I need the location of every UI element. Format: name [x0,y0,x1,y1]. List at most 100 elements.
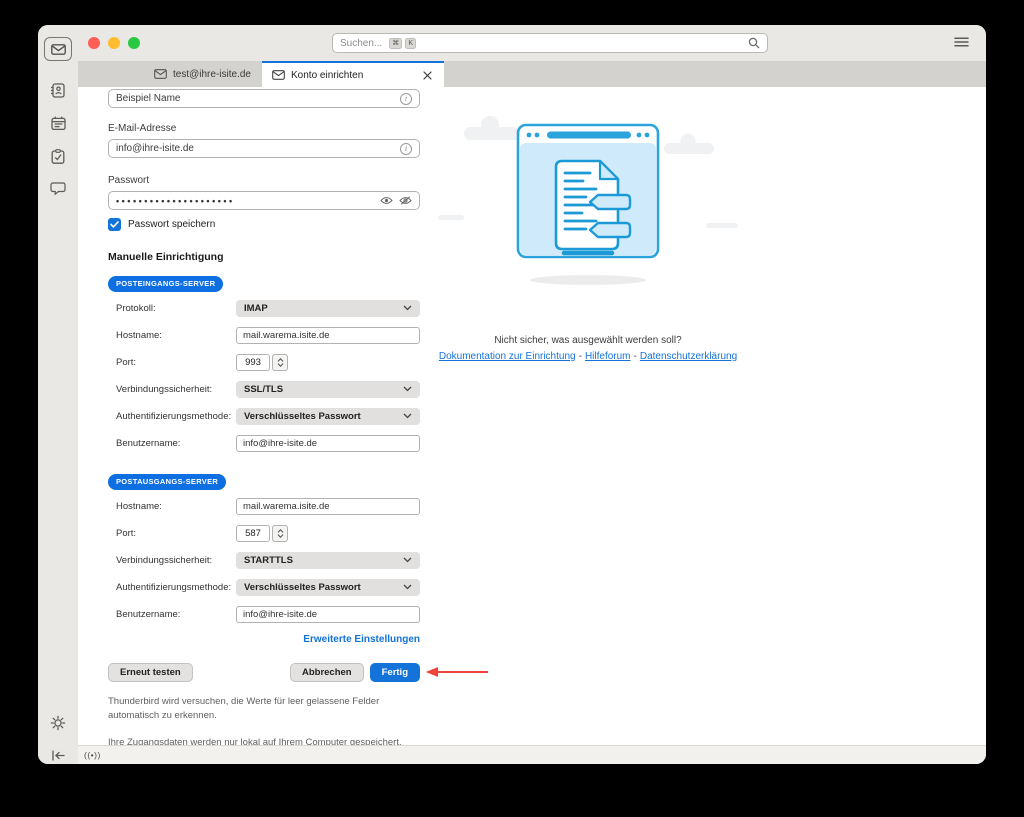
info-icon: i [400,93,412,105]
envelope-icon [154,69,167,79]
hide-password-icon[interactable] [399,196,412,205]
username-label: Benutzername: [108,609,236,620]
account-setup-form: Beispiel Name i E-Mail-Adresse info@ihre… [108,89,420,751]
chat-space-button[interactable] [44,176,72,200]
collapse-toolbar-button[interactable] [44,743,72,764]
minimize-window-button[interactable] [108,37,120,49]
setup-help-panel: Nicht sicher, was ausgewählt werden soll… [418,115,758,362]
hostname-value: mail.warema.isite.de [243,330,330,341]
gear-icon [50,715,66,731]
address-book-icon [50,83,66,98]
documentation-link[interactable]: Dokumentation zur Einrichtung [439,351,576,362]
auth-label: Authentifizierungsmethode: [108,411,236,422]
tab-mail-account[interactable]: test@ihre-isite.de [144,61,261,87]
save-password-checkbox[interactable] [108,218,121,231]
hostname-label: Hostname: [108,501,236,512]
tab-label: Konto einrichten [291,70,363,81]
advanced-settings-link[interactable]: Erweiterte Einstellungen [108,634,420,645]
info-icon: i [400,143,412,155]
password-field[interactable]: ••••••••••••••••••••• [108,191,420,210]
calendar-space-button[interactable] [44,111,72,135]
outgoing-security-row: Verbindungssicherheit: STARTTLS [108,552,420,569]
email-field[interactable]: info@ihre-isite.de i [108,139,420,158]
security-label: Verbindungssicherheit: [108,384,236,395]
broadcast-icon: ((•)) [84,750,101,760]
auth-value: Verschlüsseltes Passwort [244,582,361,593]
search-icon [748,37,760,49]
outgoing-port-row: Port: 587 [108,525,420,542]
link-separator: - [634,351,637,362]
show-password-icon[interactable] [380,196,393,205]
k-key-badge: K [405,38,416,49]
username-label: Benutzername: [108,438,236,449]
outgoing-hostname-input[interactable]: mail.warema.isite.de [236,498,420,515]
thunderbird-window: Suchen... ⌘ K test@ihre-isite.de Konto e… [38,25,986,764]
incoming-username-input[interactable]: info@ihre-isite.de [236,435,420,452]
addressbook-space-button[interactable] [44,78,72,102]
global-search-input[interactable]: Suchen... ⌘ K [332,33,768,53]
username-value: info@ihre-isite.de [243,609,317,620]
outgoing-hostname-row: Hostname: mail.warema.isite.de [108,498,420,515]
outgoing-auth-row: Authentifizierungsmethode: Verschlüsselt… [108,579,420,596]
account-setup-pane: Beispiel Name i E-Mail-Adresse info@ihre… [78,87,986,745]
annotation-arrow-icon [425,666,489,678]
incoming-hostname-row: Hostname: mail.warema.isite.de [108,327,420,344]
traffic-lights [88,37,140,49]
tab-account-setup[interactable]: Konto einrichten [262,61,444,87]
incoming-auth-row: Authentifizierungsmethode: Verschlüsselt… [108,408,420,425]
hamburger-icon [954,37,969,47]
unified-toolbar: Suchen... ⌘ K [78,25,986,61]
chevron-down-icon [403,413,412,419]
incoming-security-select[interactable]: SSL/TLS [236,381,420,398]
tasks-icon [51,149,65,164]
zoom-window-button[interactable] [128,37,140,49]
cmd-key-badge: ⌘ [389,38,402,49]
chevron-down-icon [403,305,412,311]
hostname-value: mail.warema.isite.de [243,501,330,512]
done-button[interactable]: Fertig [370,663,420,682]
incoming-hostname-input[interactable]: mail.warema.isite.de [236,327,420,344]
action-buttons: Erneut testen Abbrechen Fertig [108,663,420,682]
username-value: info@ihre-isite.de [243,438,317,449]
collapse-left-icon [51,750,66,761]
envelope-icon [272,70,285,80]
retest-button[interactable]: Erneut testen [108,663,193,682]
protocol-value: IMAP [244,303,268,314]
outgoing-auth-select[interactable]: Verschlüsseltes Passwort [236,579,420,596]
privacy-link[interactable]: Datenschutzerklärung [640,351,737,362]
manual-setup-heading: Manuelle Einrichtigung [108,251,420,263]
security-value: SSL/TLS [244,384,283,395]
hostname-label: Hostname: [108,330,236,341]
incoming-server-badge: POSTEINGANGS-SERVER [108,276,223,292]
outgoing-username-input[interactable]: info@ihre-isite.de [236,606,420,623]
mail-space-button[interactable] [44,37,72,61]
incoming-username-row: Benutzername: info@ihre-isite.de [108,435,420,452]
app-menu-button[interactable] [954,37,969,47]
outgoing-server-badge: POSTAUSGANGS-SERVER [108,474,226,490]
status-bar: ((•)) [78,745,986,764]
port-label: Port: [108,528,236,539]
help-question: Nicht sicher, was ausgewählt werden soll… [418,335,758,346]
outgoing-security-select[interactable]: STARTTLS [236,552,420,569]
email-value: info@ihre-isite.de [116,143,194,154]
incoming-port-input[interactable]: 993 [236,354,270,371]
forum-link[interactable]: Hilfeforum [585,351,631,362]
full-name-field[interactable]: Beispiel Name i [108,89,420,108]
cancel-button[interactable]: Abbrechen [290,663,364,682]
outgoing-port-stepper[interactable] [272,525,288,542]
close-tab-button[interactable] [421,69,434,82]
security-value: STARTTLS [244,555,293,566]
close-window-button[interactable] [88,37,100,49]
help-links: Dokumentation zur Einrichtung-Hilfeforum… [418,351,758,362]
tasks-space-button[interactable] [44,144,72,168]
link-separator: - [579,351,582,362]
protocol-row: Protokoll: IMAP [108,300,420,317]
chevron-down-icon [403,386,412,392]
outgoing-port-input[interactable]: 587 [236,525,270,542]
incoming-port-stepper[interactable] [272,354,288,371]
protocol-select[interactable]: IMAP [236,300,420,317]
settings-button[interactable] [44,711,72,735]
chevron-down-icon [403,584,412,590]
save-password-row: Passwort speichern [108,218,420,231]
incoming-auth-select[interactable]: Verschlüsseltes Passwort [236,408,420,425]
